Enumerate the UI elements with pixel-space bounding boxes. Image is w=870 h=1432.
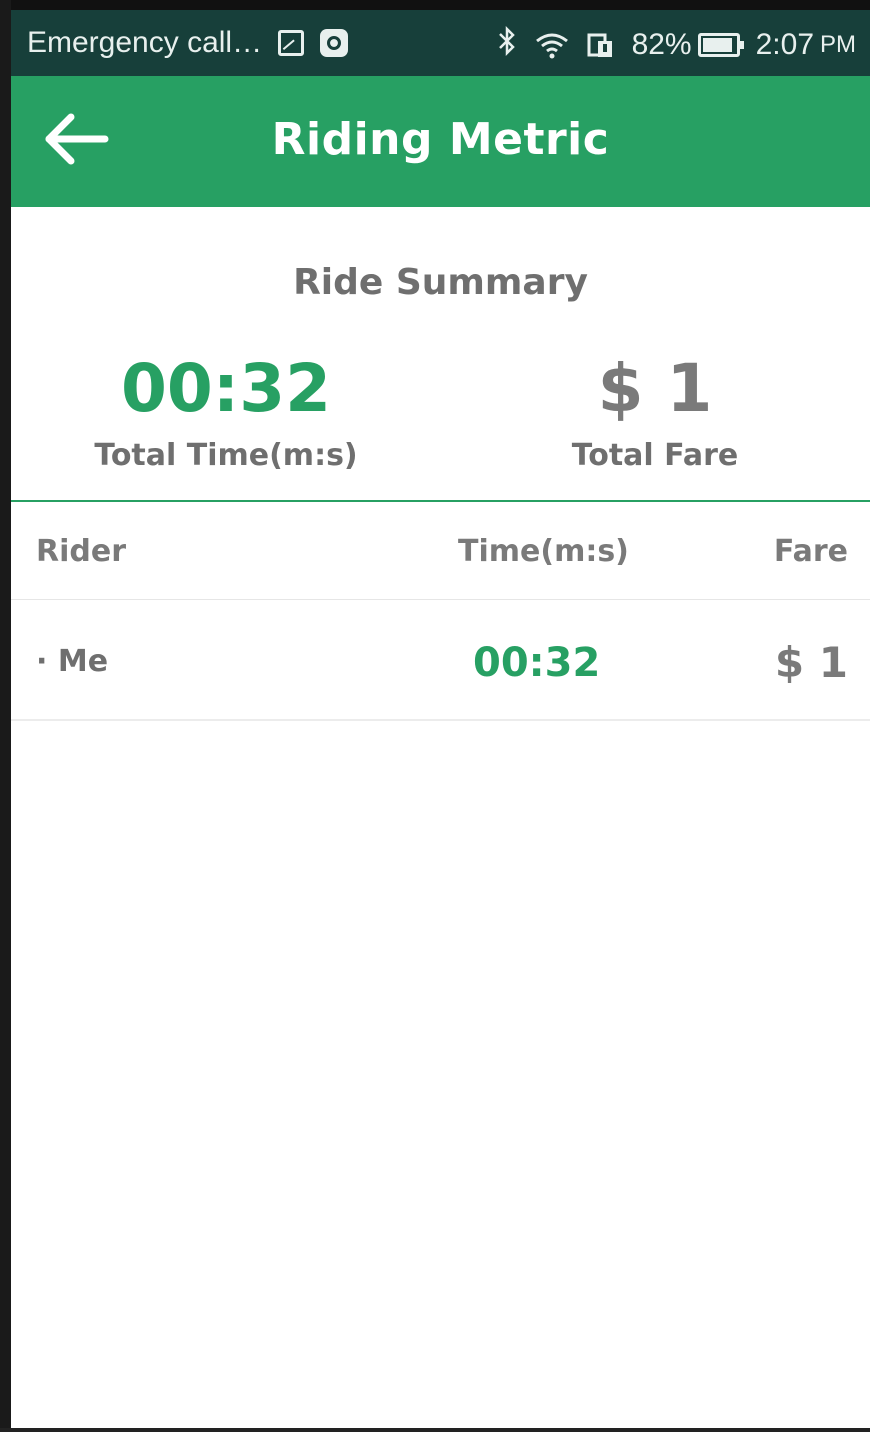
bluetooth-icon bbox=[496, 25, 518, 63]
rider-time: 00:32 bbox=[473, 640, 601, 686]
record-icon bbox=[320, 29, 349, 57]
table-row: · Me 00:32 $ 1 bbox=[11, 600, 870, 721]
rider-fare: $ 1 bbox=[774, 638, 848, 687]
clock-time: 2:07 bbox=[755, 27, 814, 61]
battery-percent: 82% bbox=[631, 27, 692, 61]
device-frame-top bbox=[0, 0, 870, 10]
screen: Emergency call… 82% 2:07 PM Riding Metri… bbox=[0, 0, 870, 1432]
status-bar-right: 82% 2:07 PM bbox=[496, 25, 856, 63]
total-fare-value: $ 1 bbox=[597, 350, 713, 427]
notification-text: Emergency call… bbox=[27, 26, 263, 59]
app-bar: Riding Metric bbox=[11, 76, 870, 207]
wifi-icon bbox=[534, 31, 570, 59]
clock-meridiem: PM bbox=[820, 30, 856, 58]
device-frame-left bbox=[0, 0, 11, 1432]
total-time-label: Total Time(m:s) bbox=[94, 438, 358, 473]
column-header-rider: Rider bbox=[36, 534, 126, 569]
column-header-time: Time(m:s) bbox=[458, 534, 629, 569]
device-frame-bottom bbox=[0, 1428, 870, 1432]
ride-summary-title: Ride Summary bbox=[293, 262, 588, 303]
rider-name: · Me bbox=[36, 644, 109, 679]
page-title: Riding Metric bbox=[271, 114, 610, 165]
status-bar-left: Emergency call… bbox=[27, 26, 349, 60]
total-fare-label: Total Fare bbox=[571, 438, 739, 473]
table-header: Rider Time(m:s) Fare bbox=[11, 502, 870, 600]
image-icon bbox=[278, 30, 305, 56]
column-header-fare: Fare bbox=[773, 534, 848, 569]
battery-icon bbox=[697, 32, 744, 57]
sim-icon bbox=[586, 31, 616, 59]
total-time-value: 00:32 bbox=[120, 350, 332, 427]
status-bar: Emergency call… 82% 2:07 PM bbox=[11, 10, 870, 76]
